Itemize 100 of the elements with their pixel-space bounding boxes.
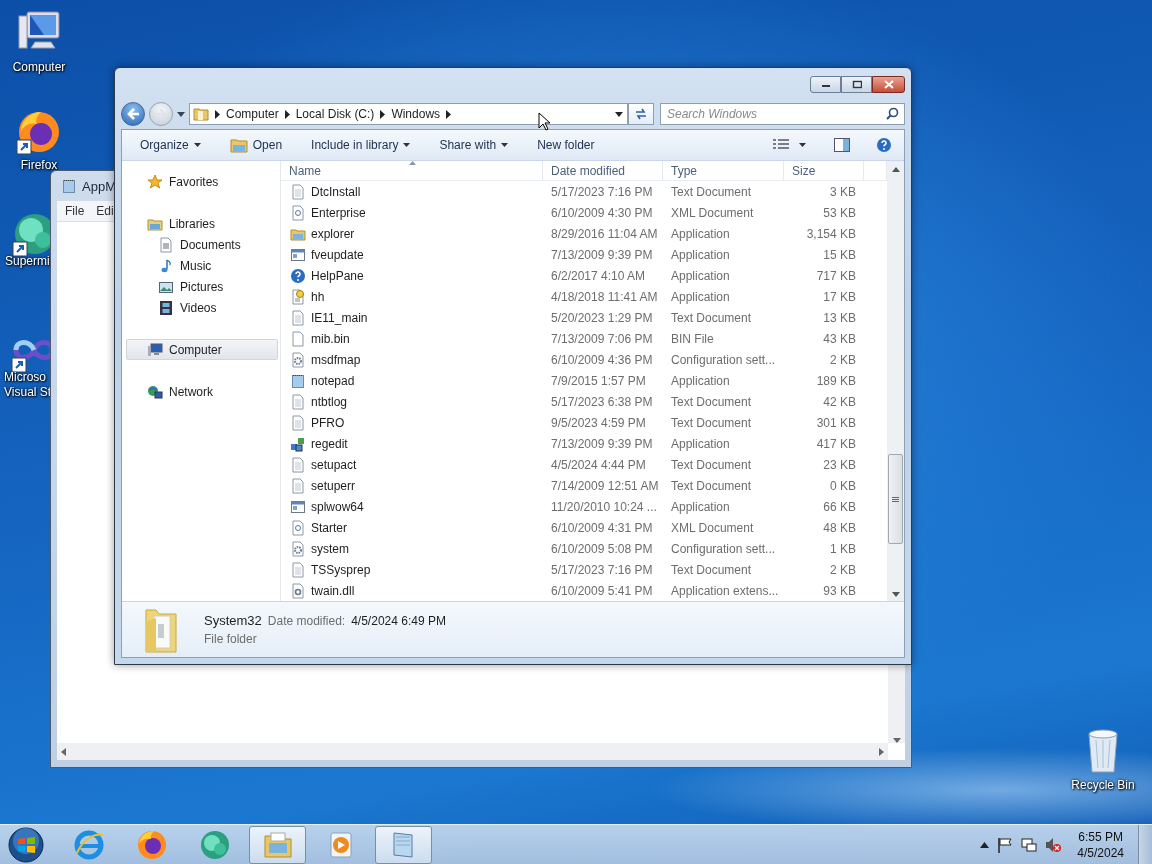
gear-document-icon bbox=[290, 540, 306, 557]
file-name[interactable]: PFRO bbox=[281, 414, 543, 431]
type-cell-text: XML Document bbox=[670, 520, 755, 535]
size-cell-text: 717 KB bbox=[815, 268, 857, 283]
nav-item[interactable]: Music bbox=[126, 255, 278, 276]
toolbar-button[interactable]: Open bbox=[223, 134, 289, 156]
column-header[interactable]: Type bbox=[663, 161, 784, 180]
maximize-button[interactable] bbox=[841, 76, 872, 93]
forward-button[interactable] bbox=[149, 102, 173, 126]
show-desktop-button[interactable] bbox=[1138, 824, 1152, 864]
file-name[interactable]: Starter bbox=[281, 519, 543, 536]
date-cell-text: 7/13/2009 7:06 PM bbox=[550, 331, 654, 346]
document-icon bbox=[290, 456, 306, 473]
document-icon bbox=[290, 477, 306, 494]
file-name[interactable]: hh bbox=[281, 288, 543, 305]
down-arrow-icon bbox=[891, 592, 900, 597]
date-cell-text: 5/20/2023 1:29 PM bbox=[550, 310, 654, 325]
type-cell-text: Text Document bbox=[670, 184, 753, 199]
file-name[interactable]: fveupdate bbox=[281, 246, 543, 263]
address-bar[interactable]: Computer Local Disk (C:) Windows bbox=[189, 103, 628, 125]
toolbar-button[interactable]: New folder bbox=[531, 135, 601, 155]
size-cell-text: 13 KB bbox=[822, 310, 857, 325]
breadcrumb[interactable]: Windows bbox=[391, 107, 441, 121]
clock[interactable]: 6:55 PM 4/5/2024 bbox=[1071, 828, 1130, 861]
file-name[interactable]: setuperr bbox=[281, 477, 543, 494]
column-header[interactable]: Size bbox=[784, 161, 864, 180]
file-name[interactable]: IE11_main bbox=[281, 309, 543, 326]
document-icon bbox=[290, 309, 306, 326]
size-cell-text: 53 KB bbox=[822, 205, 857, 220]
document-icon bbox=[290, 414, 306, 431]
nav-item[interactable]: Computer bbox=[126, 339, 278, 360]
nav-item[interactable]: Videos bbox=[126, 297, 278, 318]
icon-label[interactable]: Supermi bbox=[5, 254, 50, 269]
file-name[interactable]: msdfmap bbox=[281, 351, 543, 368]
scroll-thumb[interactable] bbox=[888, 454, 903, 544]
file-name[interactable]: ntbtlog bbox=[281, 393, 543, 410]
nav-item[interactable]: Pictures bbox=[126, 276, 278, 297]
file-name[interactable]: regedit bbox=[281, 435, 543, 452]
date-cell-text: 11/20/2010 10:24 ... bbox=[550, 499, 658, 514]
menu-item[interactable]: Edi bbox=[96, 204, 114, 218]
scrollbar[interactable] bbox=[887, 161, 904, 601]
icon-label[interactable]: Firefox bbox=[20, 158, 58, 173]
file-name[interactable]: system bbox=[281, 540, 543, 557]
file-name[interactable]: explorer bbox=[281, 225, 543, 242]
breadcrumb[interactable]: Computer bbox=[226, 107, 279, 121]
toolbar-button[interactable]: Share with bbox=[433, 135, 515, 155]
left-arrow-icon bbox=[61, 747, 66, 756]
back-arrow-icon bbox=[126, 108, 140, 120]
taskbar-button[interactable] bbox=[375, 825, 432, 864]
notepad-icon bbox=[61, 178, 77, 194]
date-cell-text: 6/10/2009 4:36 PM bbox=[550, 352, 654, 367]
size-cell-text: 43 KB bbox=[822, 331, 857, 346]
icon-label[interactable]: Computer bbox=[12, 60, 66, 75]
computer-icon bbox=[147, 341, 163, 358]
down-arrow-icon bbox=[892, 738, 901, 743]
refresh-button[interactable] bbox=[628, 103, 654, 125]
close-button[interactable] bbox=[872, 76, 905, 93]
muted-speaker-icon bbox=[1045, 836, 1062, 853]
file-name[interactable]: setupact bbox=[281, 456, 543, 473]
toolbar-button[interactable]: Include in library bbox=[305, 135, 417, 155]
file-name[interactable]: twain.dll bbox=[281, 582, 543, 599]
size-cell-text: 2 KB bbox=[829, 562, 857, 577]
column-header[interactable]: Date modified bbox=[543, 161, 663, 180]
nav-item[interactable]: Libraries bbox=[126, 213, 278, 234]
search-field[interactable]: Search Windows bbox=[660, 103, 905, 125]
scrollbar[interactable] bbox=[57, 743, 888, 760]
file-name[interactable]: TSSysprep bbox=[281, 561, 543, 578]
toolbar-button[interactable]: Organize bbox=[134, 135, 207, 155]
size-cell-text: 3,154 KB bbox=[805, 226, 857, 241]
date-cell-text: 6/10/2009 4:31 PM bbox=[550, 520, 654, 535]
caret-icon bbox=[193, 143, 201, 147]
nav-item[interactable]: Documents bbox=[126, 234, 278, 255]
icon-label[interactable]: Microso bbox=[4, 370, 52, 385]
back-button[interactable] bbox=[121, 102, 145, 126]
chevron-icon bbox=[446, 109, 452, 119]
help-icon bbox=[290, 267, 306, 284]
date-cell-text: 4/18/2018 11:41 AM bbox=[550, 289, 659, 304]
menu-item[interactable]: File bbox=[65, 204, 85, 218]
nav-item[interactable]: Favorites bbox=[126, 171, 278, 192]
file-name[interactable]: DtcInstall bbox=[281, 183, 543, 200]
nav-item[interactable]: Network bbox=[126, 381, 278, 402]
file-name[interactable]: mib.bin bbox=[281, 330, 543, 347]
file-name[interactable]: splwow64 bbox=[281, 498, 543, 515]
date-cell-text: 5/17/2023 7:16 PM bbox=[550, 184, 654, 199]
minimize-button[interactable] bbox=[810, 76, 841, 93]
file-name[interactable]: Enterprise bbox=[281, 204, 543, 221]
file-name[interactable]: HelpPane bbox=[281, 267, 543, 284]
item-name: System32 bbox=[204, 613, 262, 628]
taskbar-button[interactable] bbox=[249, 825, 306, 864]
date-cell-text: 7/9/2015 1:57 PM bbox=[550, 373, 647, 388]
column-header[interactable]: Name bbox=[281, 161, 543, 180]
window-icon bbox=[290, 246, 306, 263]
recycle-bin-icon bbox=[1085, 726, 1121, 774]
size-cell-text: 2 KB bbox=[829, 352, 857, 367]
date-cell-text: 8/29/2016 11:04 AM bbox=[550, 226, 659, 241]
chevron-icon bbox=[215, 109, 220, 119]
file-name[interactable]: notepad bbox=[281, 372, 543, 389]
start-button[interactable] bbox=[6, 824, 46, 864]
breadcrumb[interactable]: Local Disk (C:) bbox=[295, 107, 375, 121]
size-cell-text: 1 KB bbox=[829, 541, 857, 556]
